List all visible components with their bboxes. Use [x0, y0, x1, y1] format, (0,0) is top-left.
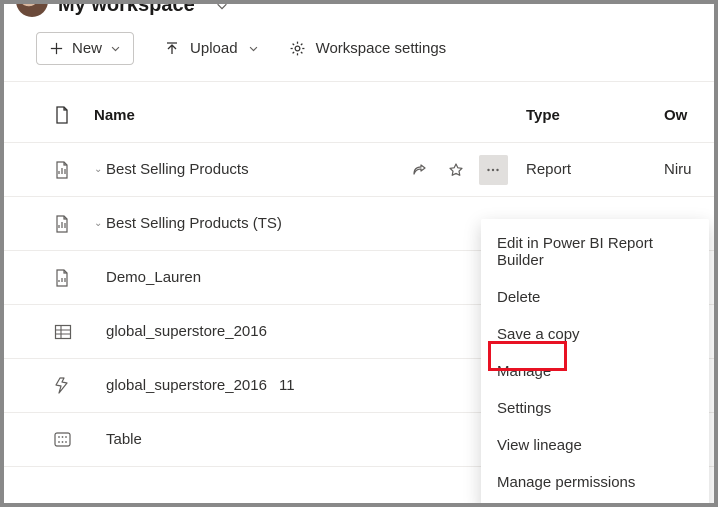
item-name[interactable]: Best Selling Products: [106, 161, 249, 178]
favorite-icon[interactable]: [441, 155, 470, 185]
menu-save-copy[interactable]: Save a copy: [481, 316, 709, 353]
menu-delete[interactable]: Delete: [481, 279, 709, 316]
table-icon: [54, 432, 94, 447]
workspace-chevron-icon[interactable]: [215, 4, 229, 13]
upload-icon: [164, 41, 180, 57]
item-name[interactable]: global_superstore_2016: [106, 377, 267, 394]
item-count: 11: [279, 377, 295, 394]
upload-label: Upload: [190, 40, 238, 57]
endorsement-icon: ⌄: [94, 218, 104, 229]
share-icon[interactable]: [404, 155, 433, 185]
column-name-header[interactable]: Name: [94, 107, 404, 124]
new-button-label: New: [72, 40, 102, 57]
workspace-settings-button[interactable]: Workspace settings: [289, 40, 447, 57]
menu-manage[interactable]: Manage: [481, 353, 709, 390]
item-name[interactable]: Table: [106, 431, 142, 448]
item-name[interactable]: Best Selling Products (TS): [106, 215, 282, 232]
upload-button[interactable]: Upload: [164, 40, 259, 57]
gear-icon: [289, 40, 306, 57]
chevron-down-icon: [110, 43, 121, 54]
workspace-avatar: [16, 4, 48, 17]
menu-settings[interactable]: Settings: [481, 390, 709, 427]
column-type-header[interactable]: Type: [514, 107, 664, 124]
new-button[interactable]: New: [36, 32, 134, 65]
report-alt-icon: [54, 269, 94, 287]
context-menu: Edit in Power BI Report Builder Delete S…: [481, 219, 709, 503]
plus-icon: [49, 41, 64, 56]
report-icon: [54, 161, 94, 179]
item-name[interactable]: global_superstore_2016: [106, 323, 267, 340]
column-owner-header[interactable]: Ow: [664, 107, 714, 124]
item-type: Report: [514, 161, 664, 178]
table-row[interactable]: ⌄Best Selling Products ReportNiru: [4, 143, 714, 197]
item-owner: Niru: [664, 161, 714, 178]
column-header-row: Name Type Ow: [4, 82, 714, 143]
chevron-down-icon: [248, 43, 259, 54]
workspace-title: My workspace: [58, 4, 195, 15]
menu-manage-permissions[interactable]: Manage permissions: [481, 464, 709, 501]
flow-icon: [54, 377, 94, 394]
endorsement-icon: ⌄: [94, 164, 104, 175]
excel-icon: [54, 323, 94, 341]
item-name[interactable]: Demo_Lauren: [106, 269, 201, 286]
menu-view-lineage[interactable]: View lineage: [481, 427, 709, 464]
menu-edit-report-builder[interactable]: Edit in Power BI Report Builder: [481, 225, 709, 279]
more-options-icon[interactable]: [479, 155, 508, 185]
file-header-icon: [54, 106, 94, 124]
workspace-settings-label: Workspace settings: [316, 40, 447, 57]
report-icon: [54, 215, 94, 233]
